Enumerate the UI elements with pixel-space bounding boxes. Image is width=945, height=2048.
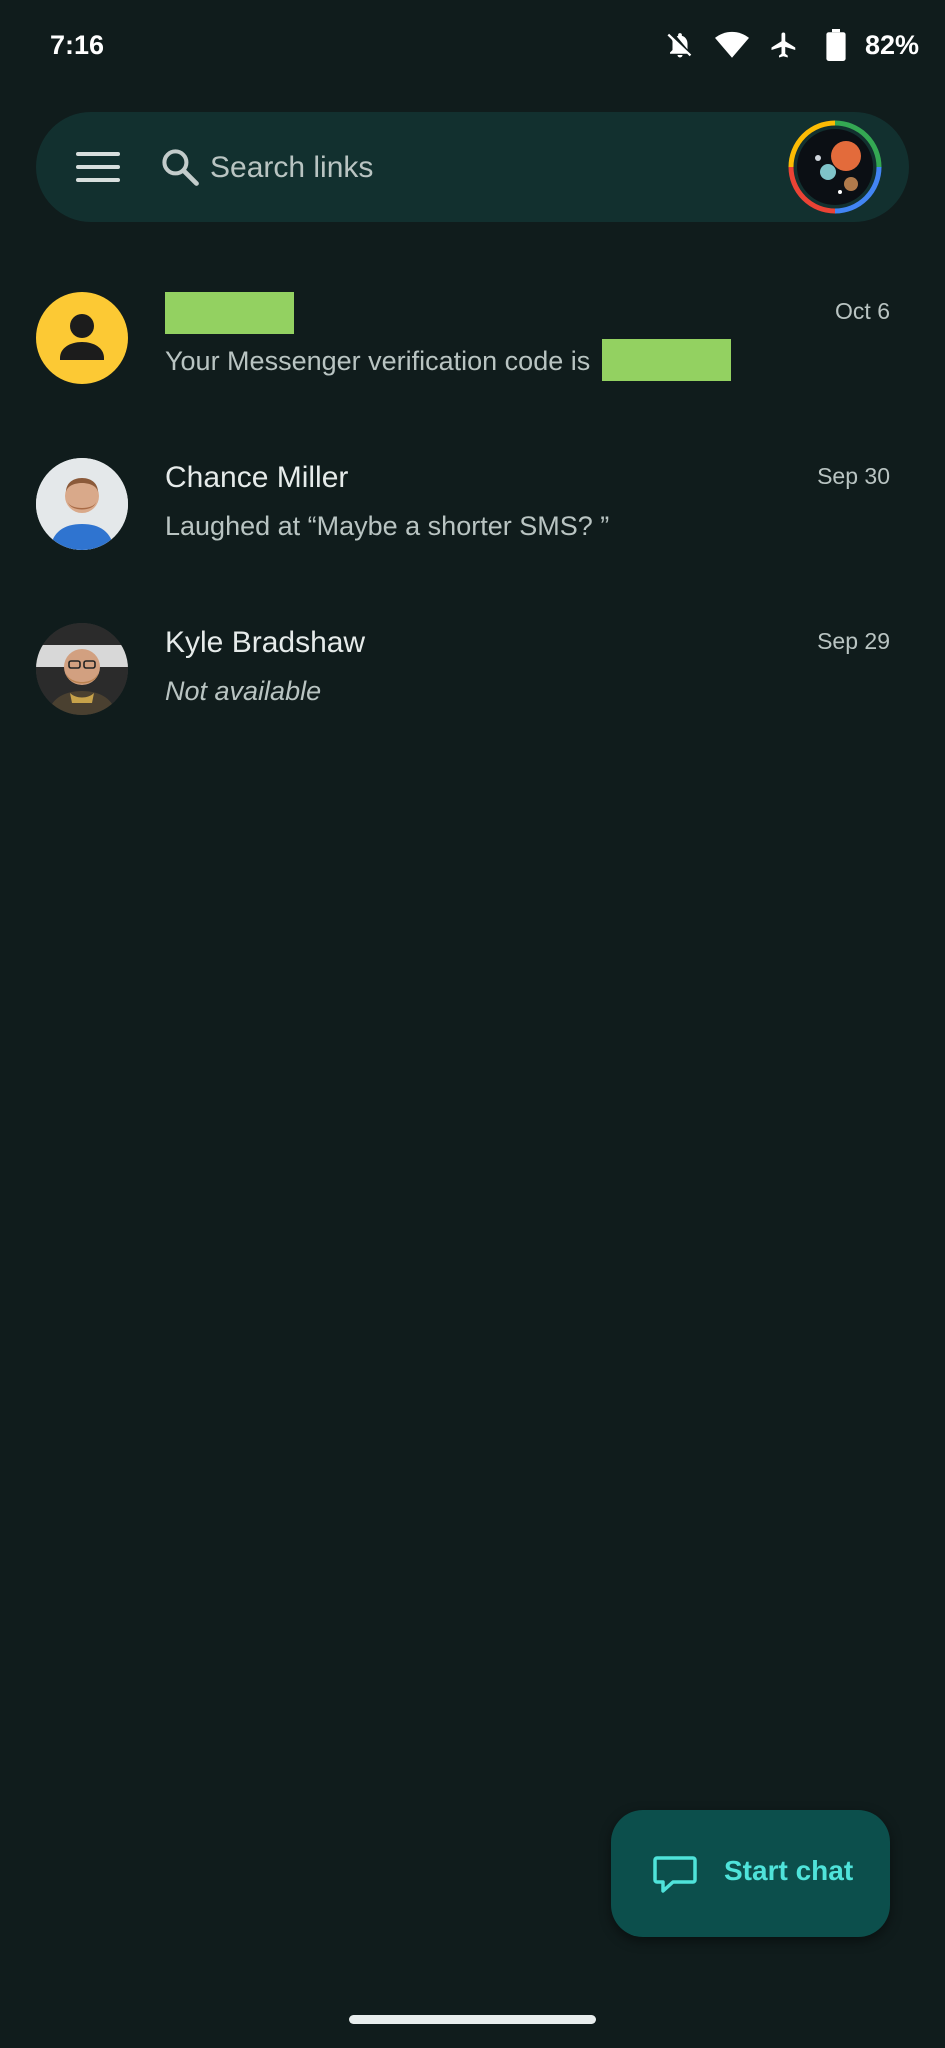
bell-off-icon <box>663 28 697 62</box>
search-input[interactable] <box>208 140 772 196</box>
airplane-mode-icon <box>767 28 801 62</box>
default-person-avatar <box>36 292 128 384</box>
snippet-text: Your Messenger verification code is <box>165 346 591 377</box>
contact-name: Chance Miller <box>165 461 349 494</box>
search-bar[interactable] <box>36 112 909 222</box>
conversation-row[interactable]: Chance Miller Laughed at “Maybe a shorte… <box>0 437 945 597</box>
message-snippet: Your Messenger verification code is <box>165 339 731 381</box>
message-snippet: Laughed at “Maybe a shorter SMS? ” <box>165 511 610 541</box>
status-bar: 7:16 82% <box>0 0 945 95</box>
message-date: Sep 30 <box>817 463 890 489</box>
message-date: Oct 6 <box>835 298 890 324</box>
conversation-row[interactable]: Your Messenger verification code is Oct … <box>0 272 945 432</box>
start-chat-button[interactable]: Start chat <box>611 1810 890 1937</box>
contact-name <box>165 292 294 334</box>
contact-name: Kyle Bradshaw <box>165 626 366 659</box>
message-snippet: Not available <box>165 676 322 706</box>
contact-photo-avatar <box>36 458 128 550</box>
redacted-name <box>165 292 294 334</box>
search-icon <box>162 149 199 186</box>
redacted-code <box>601 339 731 381</box>
battery-percent: 82% <box>864 29 919 60</box>
conversation-row[interactable]: Kyle Bradshaw Not available Sep 29 <box>0 602 945 762</box>
battery-icon <box>819 28 853 62</box>
contact-photo-avatar <box>36 623 128 715</box>
status-time: 7:16 <box>50 30 105 60</box>
message-date: Sep 29 <box>817 628 890 654</box>
menu-button[interactable] <box>74 143 122 191</box>
wifi-icon <box>714 28 749 62</box>
account-avatar[interactable] <box>788 120 882 214</box>
status-icons: 82% <box>663 28 919 62</box>
hamburger-menu-icon <box>76 152 120 182</box>
gesture-nav-handle[interactable] <box>349 2015 596 2024</box>
chat-bubble-icon <box>653 1856 697 1893</box>
start-chat-label: Start chat <box>724 1855 854 1886</box>
